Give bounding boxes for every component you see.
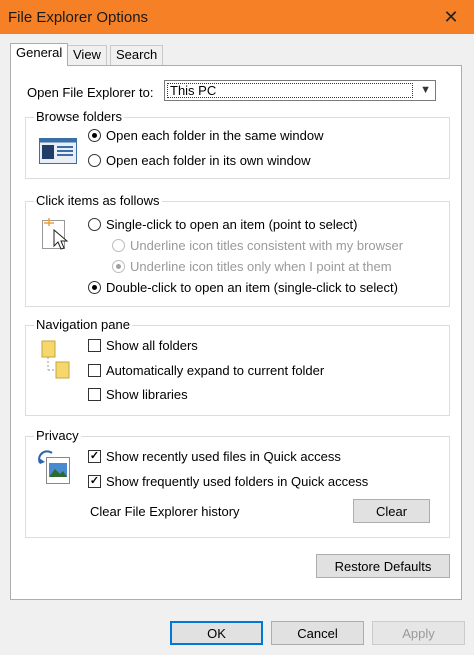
show-all-folders-label: Show all folders [106, 338, 198, 353]
ok-button[interactable]: OK [170, 621, 263, 645]
navigation-pane-title: Navigation pane [34, 317, 132, 332]
tab-view[interactable]: View [67, 45, 107, 65]
checkbox-icon [88, 364, 101, 377]
browse-own-window-radio[interactable]: Open each folder in its own window [88, 153, 311, 168]
close-icon: ✕ [443, 6, 459, 27]
window-title: File Explorer Options [8, 9, 149, 26]
tab-search[interactable]: Search [110, 45, 164, 65]
browse-same-window-radio[interactable]: Open each folder in the same window [88, 128, 324, 143]
window-icon [39, 138, 77, 164]
clear-history-label: Clear File Explorer history [90, 504, 240, 519]
close-button[interactable]: ✕ [428, 0, 474, 34]
privacy-title: Privacy [34, 428, 81, 443]
navigation-pane-group: Navigation pane Show all folders Automat… [25, 317, 450, 416]
clear-history-button[interactable]: Clear [353, 499, 430, 523]
single-click-radio[interactable]: Single-click to open an item (point to s… [88, 217, 357, 232]
checkbox-icon [88, 388, 101, 401]
cancel-button[interactable]: Cancel [271, 621, 364, 645]
click-items-group: Click items as follows Single-click to o… [25, 193, 450, 307]
checkmark-icon: ✓ [88, 475, 101, 488]
underline-point-radio: Underline icon titles only when I point … [112, 259, 392, 274]
pointer-click-icon [41, 216, 73, 252]
privacy-group: Privacy ✓ Show recently used files in Qu… [25, 428, 450, 538]
checkmark-icon: ✓ [88, 450, 101, 463]
general-tab-panel: Open File Explorer to: This PC ▼ Browse … [10, 65, 462, 600]
chevron-down-icon: ▼ [420, 84, 431, 96]
radio-icon [112, 239, 125, 252]
radio-selected-icon [112, 260, 125, 273]
open-explorer-value: This PC [167, 83, 413, 98]
underline-browser-label: Underline icon titles consistent with my… [130, 238, 404, 253]
radio-icon [88, 154, 101, 167]
radio-icon [88, 218, 101, 231]
open-explorer-label: Open File Explorer to: [27, 85, 154, 100]
folder-tree-icon [41, 340, 73, 382]
apply-button: Apply [372, 621, 465, 645]
tab-general[interactable]: General [10, 43, 69, 66]
open-explorer-select[interactable]: This PC ▼ [164, 80, 436, 101]
browse-folders-group: Browse folders Open each folder in the s… [25, 109, 450, 179]
checkbox-icon [88, 339, 101, 352]
underline-point-label: Underline icon titles only when I point … [130, 259, 392, 274]
show-libraries-label: Show libraries [106, 387, 188, 402]
show-libraries-checkbox[interactable]: Show libraries [88, 387, 188, 402]
radio-selected-icon [88, 129, 101, 142]
double-click-radio[interactable]: Double-click to open an item (single-cli… [88, 280, 398, 295]
auto-expand-label: Automatically expand to current folder [106, 363, 325, 378]
browse-folders-title: Browse folders [34, 109, 124, 124]
browse-same-window-label: Open each folder in the same window [106, 128, 324, 143]
browse-own-window-label: Open each folder in its own window [106, 153, 311, 168]
auto-expand-checkbox[interactable]: Automatically expand to current folder [88, 363, 324, 378]
restore-defaults-button[interactable]: Restore Defaults [316, 554, 450, 578]
radio-selected-icon [88, 281, 101, 294]
history-icon [38, 449, 72, 487]
frequent-folders-label: Show frequently used folders in Quick ac… [106, 474, 369, 489]
single-click-label: Single-click to open an item (point to s… [106, 217, 358, 232]
click-items-title: Click items as follows [34, 193, 162, 208]
frequent-folders-checkbox[interactable]: ✓ Show frequently used folders in Quick … [88, 474, 368, 489]
show-all-folders-checkbox[interactable]: Show all folders [88, 338, 198, 353]
title-bar: File Explorer Options ✕ [0, 0, 474, 34]
recent-files-checkbox[interactable]: ✓ Show recently used files in Quick acce… [88, 449, 341, 464]
recent-files-label: Show recently used files in Quick access [106, 449, 341, 464]
underline-browser-radio: Underline icon titles consistent with my… [112, 238, 403, 253]
double-click-label: Double-click to open an item (single-cli… [106, 280, 398, 295]
